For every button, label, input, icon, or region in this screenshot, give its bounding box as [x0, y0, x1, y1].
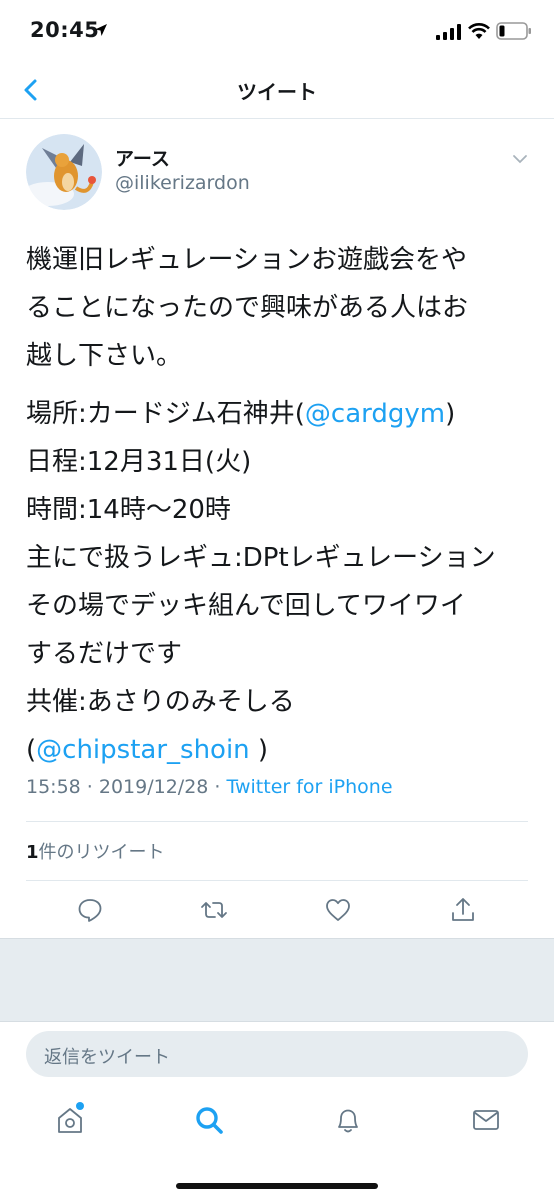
status-bar: 20:45 — [0, 0, 554, 66]
search-icon[interactable] — [194, 1105, 224, 1135]
tweet-line-host: 共催:あさりのみそしる — [26, 687, 295, 717]
status-time: 20:45 — [30, 18, 100, 42]
notifications-icon[interactable] — [333, 1105, 363, 1135]
share-icon[interactable] — [449, 896, 477, 924]
tweet-line-play: するだけです — [26, 639, 183, 669]
tweet-line: 機運旧レギュレーションお遊戯会をや — [26, 245, 467, 275]
tweet-line-time: 時間:14時〜20時 — [26, 495, 231, 525]
host-open: ( — [26, 735, 37, 765]
like-icon[interactable] — [324, 896, 352, 924]
reply-placeholder: 返信をツイート — [44, 1047, 170, 1068]
retweet-icon[interactable] — [200, 896, 228, 924]
tweet-line-host-mention: (@chipstar_shoin ) — [26, 726, 530, 774]
mention-chipstar-link[interactable]: @chipstar_shoin — [36, 735, 250, 765]
tweet-timestamp: 15:58 · 2019/12/28 · — [26, 776, 227, 798]
tweet-text: 機運旧レギュレーションお遊戯会をや ることになったので興味がある人はお 越し下さ… — [26, 236, 530, 774]
tweet-line-rule: 主にで扱うレギュ:DPtレギュレーション — [26, 543, 496, 573]
tweet-meta: 15:58 · 2019/12/28 · Twitter for iPhone — [26, 776, 393, 798]
nav-bar: ツイート — [0, 66, 554, 119]
author-handle[interactable]: @ilikerizardon — [115, 172, 250, 194]
mention-cardgym-link[interactable]: @cardgym — [305, 399, 445, 429]
tweet-line-place: 場所:カードジム石神井(@cardgym) — [26, 390, 530, 438]
divider — [26, 880, 528, 881]
retweet-count-label: 件のリツイート — [38, 842, 165, 863]
author-display-name[interactable]: アース — [115, 144, 170, 171]
tweet-source-link[interactable]: Twitter for iPhone — [227, 776, 393, 798]
wifi-icon — [468, 23, 490, 39]
reply-icon[interactable] — [76, 896, 104, 924]
tweet-line: 越し下さい。 — [26, 341, 183, 371]
avatar[interactable] — [26, 134, 102, 210]
cellular-signal-icon — [436, 24, 461, 40]
retweet-count-number: 1 — [26, 842, 39, 863]
replies-placeholder-area — [0, 938, 554, 1022]
tweet-line: ることになったので興味がある人はお — [26, 293, 469, 323]
tweet-line-play: その場でデッキ組んで回してワイワイ — [26, 591, 466, 621]
place-text: 場所:カードジム石神井( — [26, 399, 305, 429]
host-close: ) — [249, 735, 269, 765]
location-arrow-icon — [95, 24, 107, 36]
home-indicator — [176, 1183, 378, 1189]
divider — [26, 821, 528, 822]
page-title: ツイート — [237, 80, 317, 104]
retweet-count[interactable]: 1件のリツイート — [26, 838, 165, 864]
reply-input[interactable]: 返信をツイート — [26, 1031, 528, 1077]
battery-icon — [496, 22, 531, 40]
chevron-down-icon[interactable] — [511, 152, 529, 166]
home-notification-dot — [76, 1102, 84, 1110]
place-suffix: ) — [445, 399, 456, 429]
tweet-action-bar — [0, 890, 554, 938]
tweet-line-date: 日程:12月31日(火) — [26, 447, 252, 477]
messages-icon[interactable] — [471, 1105, 501, 1135]
